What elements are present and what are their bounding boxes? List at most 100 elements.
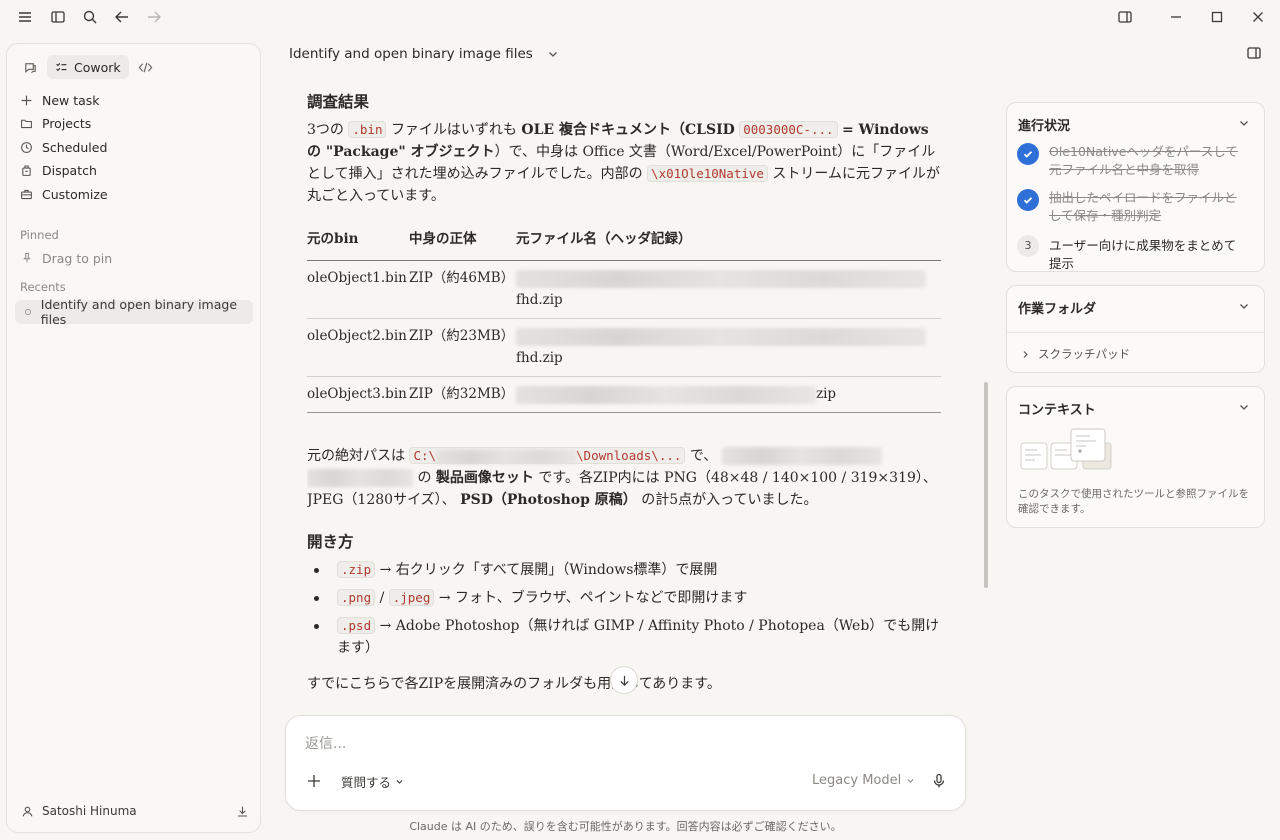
- step-number: 3: [1017, 235, 1039, 257]
- text-span: の計5点が入っていました。: [641, 492, 818, 508]
- context-card: コンテキスト このタスクで使用されたツールと参照ファイルを確認できます。: [1006, 386, 1265, 528]
- path-paragraph: 元の絶対パスは C:\ \Downloads\... で、 の 製品画像セット で…: [307, 445, 947, 511]
- table-row: oleObject1.bin ZIP（約46MB） fhd.zip: [307, 260, 941, 319]
- list-item-text: → Adobe Photoshop（無ければ GIMP / Affinity P…: [337, 618, 940, 656]
- inline-code: .bin: [348, 121, 387, 138]
- user-icon: [22, 806, 33, 817]
- add-attachment-button[interactable]: [306, 773, 322, 789]
- task-item: Ole10Nativeヘッダをパースして元ファイル名と中身を取得: [1017, 143, 1247, 179]
- text-span: 元の絶対パスは: [307, 448, 405, 464]
- list-item-text: → 右クリック「すべて展開」（Windows標準）で展開: [379, 562, 718, 578]
- cowork-mode-button[interactable]: Cowork: [47, 55, 129, 79]
- ask-mode-dropdown[interactable]: 質問する: [341, 772, 404, 791]
- progress-title: 進行状況: [1018, 119, 1071, 134]
- code-mode-icon[interactable]: [135, 56, 157, 78]
- recents-section-label: Recents: [20, 280, 66, 294]
- user-name: Satoshi Hinuma: [42, 804, 137, 818]
- separator: /: [379, 590, 385, 606]
- bold-text: PSD（Photoshop 原稿）: [460, 492, 637, 508]
- ask-mode-label: 質問する: [341, 775, 392, 790]
- search-icon[interactable]: [80, 7, 100, 27]
- pinned-section-label: Pinned: [20, 228, 59, 242]
- task-text: Ole10Nativeヘッダをパースして元ファイル名と中身を取得: [1049, 144, 1238, 177]
- file-table: 元のbin 中身の正体 元ファイル名（ヘッダ記録） oleObject1.bin…: [307, 225, 941, 413]
- chevron-down-icon[interactable]: [1238, 401, 1250, 413]
- task-text: 抽出したペイロードをファイルとして保存・種別判定: [1049, 190, 1237, 223]
- clock-icon: [19, 140, 33, 154]
- inline-code: .zip: [337, 561, 376, 578]
- right-panel-toggle-icon[interactable]: [1246, 45, 1264, 63]
- chevron-down-icon: [548, 52, 557, 57]
- side-panel-icon[interactable]: [1115, 7, 1135, 27]
- model-selector[interactable]: Legacy Model: [812, 773, 915, 788]
- chevron-down-icon: [396, 779, 403, 784]
- sidebar-item-projects[interactable]: Projects: [19, 112, 91, 134]
- table-row: oleObject3.bin ZIP（約32MB） zip: [307, 376, 941, 413]
- redacted-block: [721, 447, 882, 465]
- working-folder-card: 作業フォルダ スクラッチパッド: [1006, 285, 1265, 373]
- maximize-icon[interactable]: [1207, 7, 1227, 27]
- sidebar-item-label: Customize: [42, 186, 108, 202]
- plus-icon: [308, 775, 320, 787]
- table-cell: oleObject2.bin: [307, 318, 409, 377]
- text-span: ファイルはいずれも: [390, 122, 517, 138]
- user-profile[interactable]: Satoshi Hinuma: [21, 802, 249, 820]
- divider: [1007, 332, 1264, 333]
- table-header: 元のbin: [307, 225, 409, 261]
- microphone-icon: [933, 773, 945, 788]
- task-text: ユーザー向けに成果物をまとめて提示: [1049, 238, 1237, 271]
- sidebar-toggle-icon[interactable]: [48, 7, 68, 27]
- sidebar-item-customize[interactable]: Customize: [19, 183, 108, 205]
- folder-item-scratchpad[interactable]: スクラッチパッド: [1021, 346, 1130, 362]
- list-item-text: → フォト、ブラウザ、ペイントなどで即開けます: [438, 590, 748, 606]
- recent-dot-icon: [25, 309, 31, 315]
- redacted-block: [307, 469, 413, 487]
- table-header: 中身の正体: [409, 225, 516, 261]
- pin-icon: [23, 253, 31, 263]
- model-label: Legacy Model: [812, 773, 902, 788]
- close-icon[interactable]: [1248, 7, 1268, 27]
- forward-icon[interactable]: [144, 7, 164, 27]
- chevron-down-icon[interactable]: [1238, 117, 1250, 129]
- recent-item[interactable]: Identify and open binary image files: [15, 297, 253, 327]
- drag-to-pin-hint: Drag to pin: [21, 248, 112, 268]
- table-cell: ZIP（約46MB）: [409, 260, 516, 319]
- redacted-block: [516, 385, 816, 404]
- sidebar-item-new-task[interactable]: New task: [19, 89, 100, 111]
- reply-input[interactable]: [305, 736, 905, 752]
- text-span: で、: [689, 448, 718, 464]
- table-header-row: 元のbin 中身の正体 元ファイル名（ヘッダ記録）: [307, 225, 941, 261]
- recent-item-label: Identify and open binary image files: [40, 297, 238, 327]
- minimize-icon[interactable]: [1166, 7, 1186, 27]
- disclaimer: Claude は AI のため、誤りを含む可能性があります。回答内容は必ずご確認…: [409, 820, 842, 833]
- filename-tail: fhd.zip: [516, 292, 563, 308]
- table-cell-filename: fhd.zip: [516, 260, 941, 319]
- back-icon[interactable]: [112, 7, 132, 27]
- table-row: oleObject2.bin ZIP（約23MB） fhd.zip: [307, 318, 941, 377]
- chat-title-dropdown[interactable]: Identify and open binary image files: [289, 45, 559, 63]
- download-icon[interactable]: [236, 805, 249, 818]
- microphone-button[interactable]: [931, 773, 947, 789]
- briefcase-icon: [19, 187, 33, 201]
- inline-code: 0003000C-...: [739, 121, 838, 138]
- drag-to-pin-label: Drag to pin: [42, 250, 113, 266]
- howto-list: .zip → 右クリック「すべて展開」（Windows標準）で展開 .png /…: [307, 559, 947, 659]
- chevron-down-icon[interactable]: [1238, 300, 1250, 312]
- composer: 質問する Legacy Model: [285, 715, 966, 811]
- menu-icon[interactable]: [15, 7, 35, 27]
- sidebar-item-dispatch[interactable]: Dispatch: [19, 159, 97, 181]
- sidebar-item-label: Scheduled: [42, 139, 108, 155]
- chat-mode-icon[interactable]: [19, 56, 41, 78]
- filename-tail: zip: [816, 386, 837, 402]
- checklist-icon: [56, 62, 67, 71]
- context-title: コンテキスト: [1018, 403, 1096, 418]
- cowork-mode-label: Cowork: [74, 59, 121, 75]
- table-cell: oleObject1.bin: [307, 260, 409, 319]
- table-cell: oleObject3.bin: [307, 376, 409, 413]
- dispatch-icon: [19, 163, 33, 177]
- content-scrollbar[interactable]: [984, 382, 988, 588]
- task-item: 3 ユーザー向けに成果物をまとめて提示: [1017, 235, 1247, 273]
- scroll-to-bottom-button[interactable]: [610, 666, 638, 694]
- chevron-right-icon: [1023, 350, 1028, 358]
- sidebar-item-scheduled[interactable]: Scheduled: [19, 136, 107, 158]
